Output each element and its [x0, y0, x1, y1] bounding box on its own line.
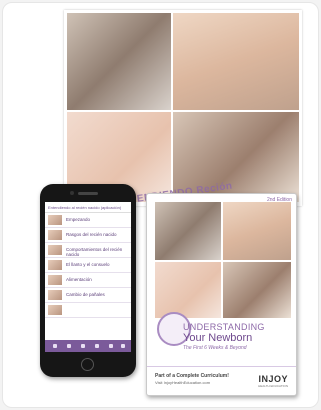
list-item[interactable]: Alimentación	[45, 273, 131, 288]
divider	[147, 366, 296, 367]
list-item-label: Alimentación	[66, 277, 92, 282]
cover-poster: ENDIENDO Reción	[64, 10, 302, 206]
newborn-photo	[173, 13, 299, 110]
app-header: Entendiendo al recién nacido (aplicación…	[45, 202, 131, 213]
nav-more-icon[interactable]	[121, 344, 125, 348]
list-item[interactable]: Cambio de pañales	[45, 288, 131, 303]
list-item[interactable]: El llanto y el consuelo	[45, 258, 131, 273]
dvd-subtitle: The First 6 Weeks & Beyond	[183, 345, 247, 351]
list-item-label: Cambio de pañales	[66, 292, 105, 297]
list-item-label: El llanto y el consuelo	[66, 262, 110, 267]
brand-logo: INJOY	[258, 374, 288, 384]
nav-menu-icon[interactable]	[67, 344, 71, 348]
nav-bookmark-icon[interactable]	[95, 344, 99, 348]
mother-children-photo	[67, 13, 171, 110]
thumbnail	[48, 275, 62, 285]
dvd-photo-baby	[155, 262, 221, 318]
dvd-title-line2: Your Newborn	[183, 332, 253, 344]
nav-search-icon[interactable]	[81, 344, 85, 348]
website-text: Visit InjoyHealthEducation.com	[155, 380, 211, 385]
thumbnail	[48, 260, 62, 270]
nav-home-icon[interactable]	[53, 344, 57, 348]
nav-settings-icon[interactable]	[109, 344, 113, 348]
list-item[interactable]	[45, 303, 131, 318]
brand-subtitle: HEALTH EDUCATION	[258, 384, 288, 388]
list-item-label: Rasgos del recién nacido	[66, 232, 117, 237]
dvd-photo-newborn	[223, 202, 291, 260]
list-item[interactable]: Rasgos del recién nacido	[45, 228, 131, 243]
curriculum-text: Part of a Complete Curriculum!	[155, 373, 229, 379]
list-item[interactable]: Empezando	[45, 213, 131, 228]
thumbnail	[48, 215, 62, 225]
product-card: ENDIENDO Reción 2nd Edition UNDERSTANDIN…	[2, 2, 319, 408]
thumbnail	[48, 290, 62, 300]
dvd-title-line1: UNDERSTANDING	[183, 322, 265, 332]
home-button[interactable]	[81, 358, 94, 371]
thumbnail	[48, 305, 62, 315]
list-item[interactable]: Comportamientos del recién nacido	[45, 243, 131, 258]
phone-mockup: Entendiendo al recién nacido (aplicación…	[40, 184, 136, 377]
app-bottom-nav	[45, 340, 131, 352]
thumbnail	[48, 245, 62, 255]
list-item-label: Comportamientos del recién nacido	[66, 247, 123, 257]
phone-screen: Entendiendo al recién nacido (aplicación…	[45, 202, 131, 352]
speaker-icon	[78, 192, 98, 195]
thumbnail	[48, 230, 62, 240]
dvd-case: 2nd Edition UNDERSTANDING Your Newborn T…	[146, 193, 297, 396]
camera-icon	[70, 191, 74, 195]
dvd-photo-mother	[155, 202, 221, 260]
list-item-label: Empezando	[66, 217, 91, 222]
dvd-photo-family	[223, 262, 291, 318]
